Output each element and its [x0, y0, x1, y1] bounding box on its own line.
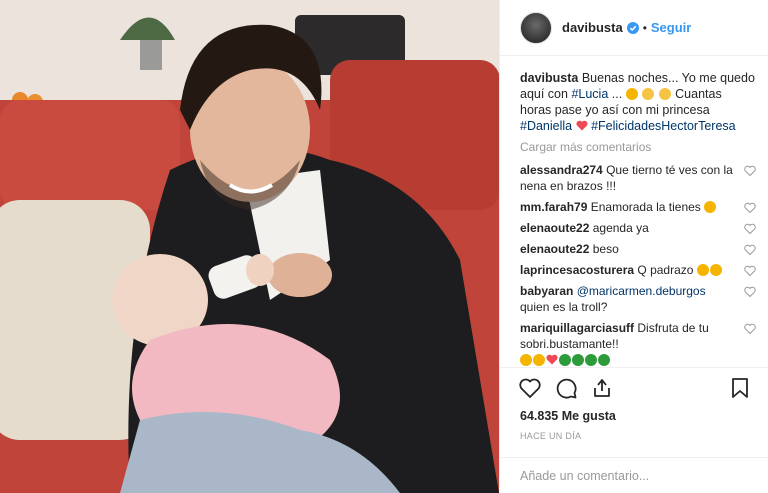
photo-illustration	[0, 0, 499, 493]
heart-eyes-emoji-icon	[533, 354, 545, 366]
action-bar	[500, 367, 768, 407]
comment-username[interactable]: mm.farah79	[520, 200, 587, 214]
clover-emoji-icon	[559, 354, 571, 366]
like-comment-heart-icon[interactable]	[744, 265, 756, 277]
red-heart-icon	[546, 354, 558, 365]
comment-row: elenaoute22 agenda ya	[520, 218, 756, 239]
heart-eyes-emoji-icon	[520, 354, 532, 366]
post-timestamp[interactable]: HACE UN DÍA	[500, 431, 768, 441]
post-sidebar: davibusta • Seguir davibusta Buenas noch…	[499, 0, 768, 493]
comment-row: alessandra274 Que tierno té ves con la n…	[520, 160, 756, 197]
clover-emoji-icon	[598, 354, 610, 366]
comment-row: elenaoute22 beso	[520, 239, 756, 260]
kiss-emoji-icon	[658, 88, 671, 100]
hashtag-lucia[interactable]: #Lucia	[571, 87, 608, 101]
comment-row: mm.farah79 Enamorada la tienes	[520, 197, 756, 218]
wink-emoji-icon	[642, 88, 655, 100]
like-comment-heart-icon[interactable]	[744, 323, 756, 335]
post-header: davibusta • Seguir	[500, 0, 768, 56]
clover-emoji-icon	[572, 354, 584, 366]
likes-count[interactable]: 64.835 Me gusta	[500, 409, 768, 423]
header-separator: •	[642, 20, 647, 35]
like-comment-heart-icon[interactable]	[744, 244, 756, 256]
comments-list[interactable]: davibusta Buenas noches... Yo me quedo a…	[500, 56, 768, 367]
follow-button[interactable]: Seguir	[651, 20, 691, 35]
post-caption: davibusta Buenas noches... Yo me quedo a…	[520, 70, 756, 134]
comment-username[interactable]: laprincesacosturera	[520, 263, 634, 277]
add-comment-input[interactable]: Añade un comentario...	[500, 457, 768, 493]
header-username[interactable]: davibusta	[562, 20, 623, 35]
bookmark-icon[interactable]	[728, 376, 752, 400]
comment-mention[interactable]: @maricarmen.deburgos	[577, 284, 706, 298]
avatar[interactable]	[520, 11, 552, 44]
comment-username[interactable]: elenaoute22	[520, 221, 589, 235]
comment-text: agenda ya	[592, 221, 649, 235]
comment-icon[interactable]	[554, 376, 578, 400]
comment-text: Enamorada la tienes	[590, 200, 701, 214]
like-comment-heart-icon[interactable]	[744, 286, 756, 298]
comment-text: quien es la troll?	[520, 300, 608, 314]
comment-row: mariquillagarciasuff Disfruta de tu sobr…	[520, 318, 756, 367]
clover-emoji-icon	[585, 354, 597, 366]
like-comment-heart-icon[interactable]	[744, 223, 756, 235]
heart-eyes-emoji-icon	[625, 88, 638, 100]
comment-username[interactable]: elenaoute22	[520, 242, 589, 256]
caption-text-2: ...	[611, 87, 623, 101]
comment-row: babyaran @maricarmen.deburgos quien es l…	[520, 281, 756, 318]
comment-text: Q padrazo	[637, 263, 694, 277]
like-comment-heart-icon[interactable]	[744, 202, 756, 214]
red-heart-icon	[576, 120, 588, 131]
post-container: davibusta • Seguir davibusta Buenas noch…	[0, 0, 768, 493]
caption-username[interactable]: davibusta	[520, 71, 578, 85]
comment-username[interactable]: babyaran	[520, 284, 573, 298]
comment-text: beso	[592, 242, 619, 256]
hashtag-felicidades[interactable]: #FelicidadesHectorTeresa	[591, 119, 736, 133]
heart-eyes-emoji-icon	[696, 264, 709, 276]
heart-eyes-emoji-icon	[709, 264, 722, 276]
post-photo[interactable]	[0, 0, 499, 493]
share-icon[interactable]	[590, 376, 614, 400]
comment-row: laprincesacosturera Q padrazo	[520, 260, 756, 281]
comment-username[interactable]: alessandra274	[520, 163, 603, 177]
hashtag-daniella[interactable]: #Daniella	[520, 119, 572, 133]
verified-badge-icon	[626, 21, 639, 34]
load-more-comments[interactable]: Cargar más comentarios	[520, 140, 756, 154]
comment-username[interactable]: mariquillagarciasuff	[520, 321, 634, 335]
like-comment-heart-icon[interactable]	[744, 165, 756, 177]
heart-eyes-emoji-icon	[704, 201, 717, 213]
heart-icon[interactable]	[518, 376, 542, 400]
